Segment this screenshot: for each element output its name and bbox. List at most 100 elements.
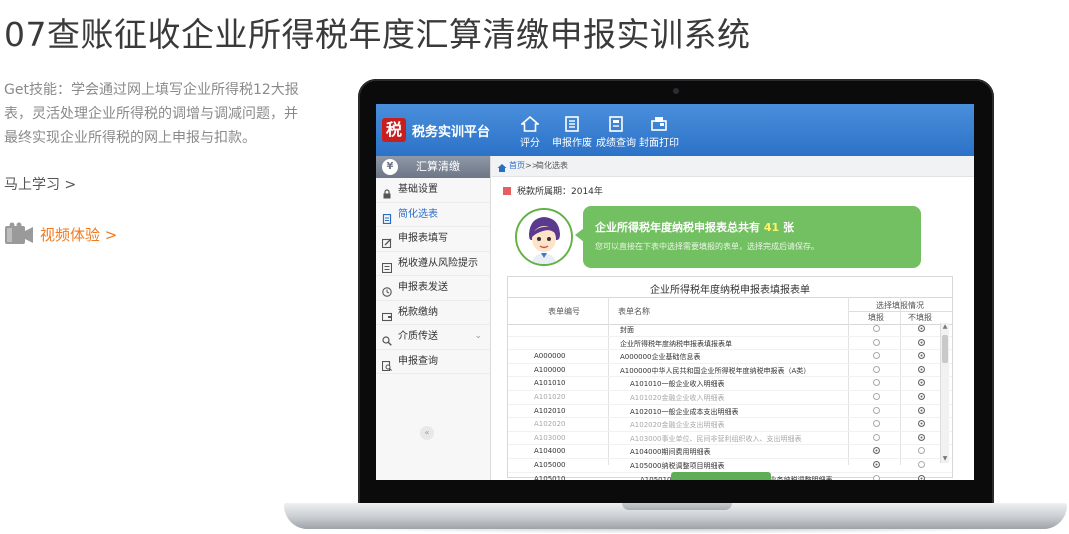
scroll-up-icon[interactable]: ▲ — [941, 323, 949, 331]
form-code: A102020 — [534, 420, 566, 429]
forms-count: 41 — [763, 221, 780, 234]
learn-now-link[interactable]: 马上学习 > — [4, 174, 76, 194]
chevron-down-icon: ⌄ — [474, 331, 482, 341]
video-experience[interactable]: 视频体验 > — [4, 222, 117, 246]
form-name: A000000企业基础信息表 — [620, 353, 701, 362]
fill-radio[interactable] — [873, 338, 880, 346]
fill-radio[interactable] — [873, 433, 880, 441]
nofill-radio[interactable] — [918, 433, 925, 441]
table-row[interactable]: A104000 A104000期间费用明细表 — [508, 445, 952, 459]
calendar-icon — [503, 187, 511, 195]
lock-icon — [382, 185, 392, 199]
form-name: 封面 — [620, 326, 634, 334]
avatar — [515, 208, 573, 266]
edit-icon — [381, 234, 392, 249]
sidebar-item-media-transfer[interactable]: 介质传送 ⌄ — [376, 325, 490, 350]
sidebar-collapse-button[interactable]: « — [420, 426, 434, 440]
fill-radio[interactable] — [873, 392, 880, 400]
table-row[interactable]: A101010 A101010一般企业收入明细表 — [508, 377, 952, 391]
sidebar-item-basic-settings[interactable]: 基础设置 — [376, 178, 490, 203]
video-camera-icon — [4, 222, 34, 246]
sidebar-item-tax-payment[interactable]: 税款缴纳 — [376, 301, 490, 325]
nav-score-query[interactable]: 成绩查询 — [593, 116, 639, 149]
fill-radio[interactable] — [873, 460, 880, 468]
scroll-thumb[interactable] — [942, 335, 948, 363]
fill-radio[interactable] — [873, 406, 880, 414]
form-name: A104000期间费用明细表 — [630, 448, 711, 457]
home-icon — [497, 161, 507, 172]
form-code: A104000 — [534, 447, 566, 456]
nav-score[interactable]: 评分 — [507, 115, 553, 149]
table-row[interactable]: A101020 A101020金融企业收入明细表 — [508, 391, 952, 405]
sidebar-item-send-form[interactable]: 申报表发送 — [376, 276, 490, 301]
sidebar-item-declaration-query[interactable]: 申报查询 — [376, 350, 490, 374]
nav-void-declaration[interactable]: 申报作废 — [549, 116, 595, 149]
form-code: A103000 — [534, 433, 566, 442]
table-row[interactable]: A102020 A102020金融企业支出明细表 — [508, 418, 952, 432]
fill-radio[interactable] — [873, 325, 880, 332]
query-icon — [381, 357, 392, 371]
sidebar-header[interactable]: ¥ 汇算清缴 — [376, 156, 490, 178]
nofill-radio[interactable] — [918, 392, 925, 400]
video-experience-link[interactable]: 视频体验 > — [40, 224, 117, 245]
column-header-code: 表单编号 — [548, 307, 580, 316]
column-header-fill: 填报 — [868, 313, 884, 322]
nofill-radio[interactable] — [918, 379, 925, 387]
form-code: A101010 — [534, 379, 566, 388]
app-logo: 税 — [382, 118, 406, 142]
nofill-radio[interactable] — [918, 420, 925, 428]
app-name: 税务实训平台 — [412, 125, 491, 140]
table-row[interactable]: 封面 — [508, 323, 952, 337]
form-selection-table: 企业所得税年度纳税申报表填报表单 表单编号 表单名称 选择填报情况 填报 不填报… — [507, 276, 953, 480]
table-body: 封面 企业所得税年度纳税申报表填报表单 A000000 A000000企业基础信息表 A… — [508, 323, 952, 480]
nofill-radio[interactable] — [918, 447, 925, 455]
table-row[interactable]: A105000 A105000纳税调整项目明细表 — [508, 459, 952, 473]
app-header: 税 税务实训平台 评分 申报作废 成绩查询 封面打印 — [376, 104, 974, 156]
breadcrumb-home[interactable]: 首页 — [509, 156, 525, 176]
fill-radio[interactable] — [873, 420, 880, 428]
form-name: A105000纳税调整项目明细表 — [630, 461, 725, 470]
nofill-radio[interactable] — [918, 325, 925, 332]
table-row[interactable]: A000000 A000000企业基础信息表 — [508, 350, 952, 364]
column-header-nofill: 不填报 — [908, 313, 932, 322]
fill-radio[interactable] — [873, 379, 880, 387]
fill-radio[interactable] — [873, 474, 880, 480]
form-code: A105000 — [534, 460, 566, 469]
nofill-radio[interactable] — [918, 365, 925, 373]
table-row[interactable]: A100000 A100000中华人民共和国企业所得税年度纳税申报表（A类） — [508, 364, 952, 378]
search-icon — [382, 332, 392, 346]
nofill-radio[interactable] — [918, 406, 925, 414]
form-table-title: 企业所得税年度纳税申报表填报表单 — [650, 285, 810, 296]
form-name: A101020金融企业收入明细表 — [630, 393, 725, 402]
form-name: A101010一般企业收入明细表 — [630, 380, 725, 389]
table-scrollbar[interactable]: ▲ ▼ — [940, 323, 949, 463]
form-name: A100000中华人民共和国企业所得税年度纳税申报表（A类） — [620, 366, 811, 375]
nofill-radio[interactable] — [918, 338, 925, 346]
form-code: A101020 — [534, 392, 566, 401]
sidebar-item-fill-form[interactable]: 申报表填写 — [376, 227, 490, 252]
scroll-down-icon[interactable]: ▼ — [941, 455, 949, 463]
breadcrumb-current: 简化选表 — [536, 161, 568, 170]
form-code: A100000 — [534, 365, 566, 374]
form-name: A103000事业单位、民间非营利组织收入、支出明细表 — [630, 434, 802, 443]
column-header-name: 表单名称 — [618, 307, 650, 316]
fill-radio[interactable] — [873, 365, 880, 373]
fill-radio[interactable] — [873, 447, 880, 455]
yuan-icon: ¥ — [382, 159, 398, 175]
tax-period: 税款所属期：2014年 — [503, 184, 603, 197]
sidebar-item-risk-hint[interactable]: 税收遵从风险提示 — [376, 252, 490, 276]
sidebar-item-simplified-selection[interactable]: 简化选表 — [376, 203, 490, 227]
laptop-screen: 税 税务实训平台 评分 申报作废 成绩查询 封面打印 ¥ 汇算清缴 基础设置 简… — [376, 104, 974, 480]
nav-cover-print[interactable]: 封面打印 — [636, 116, 682, 149]
table-row[interactable]: A103000 A103000事业单位、民间非营利组织收入、支出明细表 — [508, 432, 952, 446]
main-content: 首页 >> 简化选表 税款所属期：2014年 企业所得税年度纳税申报表总共有 4… — [491, 156, 974, 480]
alert-icon — [381, 259, 393, 273]
nofill-radio[interactable] — [918, 460, 925, 468]
fill-radio[interactable] — [873, 352, 880, 360]
table-row[interactable]: 企业所得税年度纳税申报表填报表单 — [508, 337, 952, 351]
save-button[interactable] — [671, 472, 771, 480]
table-row[interactable]: A102010 A102010一般企业成本支出明细表 — [508, 405, 952, 419]
nofill-radio[interactable] — [918, 352, 925, 360]
send-icon — [382, 283, 392, 297]
nofill-radio[interactable] — [918, 474, 925, 480]
